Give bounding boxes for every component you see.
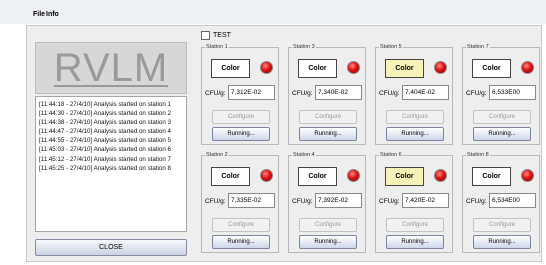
log-line: [11:45:12 - 27/4/10] Analysis started on… [39,155,171,163]
running-button[interactable]: Running... [473,127,531,141]
status-led-icon [347,61,360,74]
color-button[interactable]: Color [385,167,424,186]
color-button[interactable]: Color [211,167,250,186]
menu-info[interactable]: Info [46,11,59,18]
running-button[interactable]: Running... [212,127,270,141]
color-button[interactable]: Color [472,59,511,78]
cfu-value-field[interactable]: 7,312E-02 [228,85,275,100]
test-checkbox[interactable] [201,31,210,40]
configure-button[interactable]: Configure [386,218,444,232]
cfu-value-field[interactable]: 7,335E-02 [228,193,275,208]
station-title: Station 4 [292,152,316,158]
color-button[interactable]: Color [385,59,424,78]
cfu-label: CFU/g: [205,198,226,205]
log-line: [11:44:47 - 27/4/10] Analysis started on… [39,128,171,136]
status-led-icon [260,61,273,74]
cfu-value-field[interactable]: 7,392E-02 [315,193,362,208]
color-button[interactable]: Color [211,59,250,78]
cfu-label: CFU/g: [466,90,487,97]
cfu-label: CFU/g: [379,198,400,205]
status-led-icon [521,61,534,74]
main-window: RVLM [11:44:18 - 27/4/10] Analysis start… [26,25,542,262]
station-title: Station 2 [205,152,229,158]
cfu-label: CFU/g: [292,198,313,205]
cfu-label: CFU/g: [466,198,487,205]
configure-button[interactable]: Configure [473,110,531,124]
station-panel: Station 1 Color CFU/g: 7,312E-02 Configure Ru… [201,44,279,145]
station-panel: Station 4 Color CFU/g: 7,392E-02 Configure Ru… [288,152,366,253]
running-button[interactable]: Running... [386,127,444,141]
configure-button[interactable]: Configure [386,110,444,124]
close-button[interactable]: CLOSE [35,239,187,256]
log-line: [11:45:25 - 27/4/10] Analysis started on… [39,164,171,172]
test-checkbox-row[interactable]: TEST [201,31,231,40]
configure-button[interactable]: Configure [212,218,270,232]
status-led-icon [260,169,273,182]
status-led-icon [521,169,534,182]
running-button[interactable]: Running... [299,235,357,249]
station-title: Station 7 [466,44,490,50]
color-button[interactable]: Color [298,59,337,78]
cfu-value-field[interactable]: 7,420E-02 [402,193,449,208]
rvlm-logo: RVLM [35,42,187,94]
station-panel: Station 3 Color CFU/g: 7,340E-02 Configure Ru… [288,44,366,145]
station-panel: Station 7 Color CFU/g: 6,533E00 Configure Run… [462,44,540,145]
station-panel: Station 6 Color CFU/g: 7,420E-02 Configure Ru… [375,152,453,253]
test-label: TEST [213,32,231,39]
station-title: Station 1 [205,44,229,50]
log-line: [11:44:55 - 27/4/10] Analysis started on… [39,137,171,145]
cfu-label: CFU/g: [379,90,400,97]
configure-button[interactable]: Configure [299,110,357,124]
station-panel: Station 5 Color CFU/g: 7,404E-02 Configure Ru… [375,44,453,145]
cfu-label: CFU/g: [205,90,226,97]
color-button[interactable]: Color [472,167,511,186]
station-title: Station 8 [466,152,490,158]
station-title: Station 5 [379,44,403,50]
running-button[interactable]: Running... [212,235,270,249]
logo-text: RVLM [53,45,169,90]
cfu-value-field[interactable]: 6,534E00 [489,193,536,208]
status-led-icon [434,61,447,74]
analysis-log[interactable]: [11:44:18 - 27/4/10] Analysis started on… [35,96,187,232]
log-line: [11:44:30 - 27/4/10] Analysis started on… [39,110,171,118]
configure-button[interactable]: Configure [212,110,270,124]
station-title: Station 6 [379,152,403,158]
log-line: [11:44:18 - 27/4/10] Analysis started on… [39,101,171,108]
menu-bar: File Info [0,0,546,24]
cfu-value-field[interactable]: 6,533E00 [489,85,536,100]
log-line: [11:45:03 - 27/4/10] Analysis started on… [39,146,171,154]
status-led-icon [347,169,360,182]
configure-button[interactable]: Configure [299,218,357,232]
color-button[interactable]: Color [298,167,337,186]
cfu-value-field[interactable]: 7,340E-02 [315,85,362,100]
status-led-icon [434,169,447,182]
station-panel: Station 2 Color CFU/g: 7,335E-02 Configure Ru… [201,152,279,253]
cfu-label: CFU/g: [292,90,313,97]
running-button[interactable]: Running... [299,127,357,141]
log-line: [11:44:38 - 27/4/10] Analysis started on… [39,119,171,127]
running-button[interactable]: Running... [386,235,444,249]
running-button[interactable]: Running... [473,235,531,249]
station-panel: Station 8 Color CFU/g: 6,534E00 Configure Run… [462,152,540,253]
configure-button[interactable]: Configure [473,218,531,232]
menu-file[interactable]: File [33,11,45,18]
station-title: Station 3 [292,44,316,50]
cfu-value-field[interactable]: 7,404E-02 [402,85,449,100]
